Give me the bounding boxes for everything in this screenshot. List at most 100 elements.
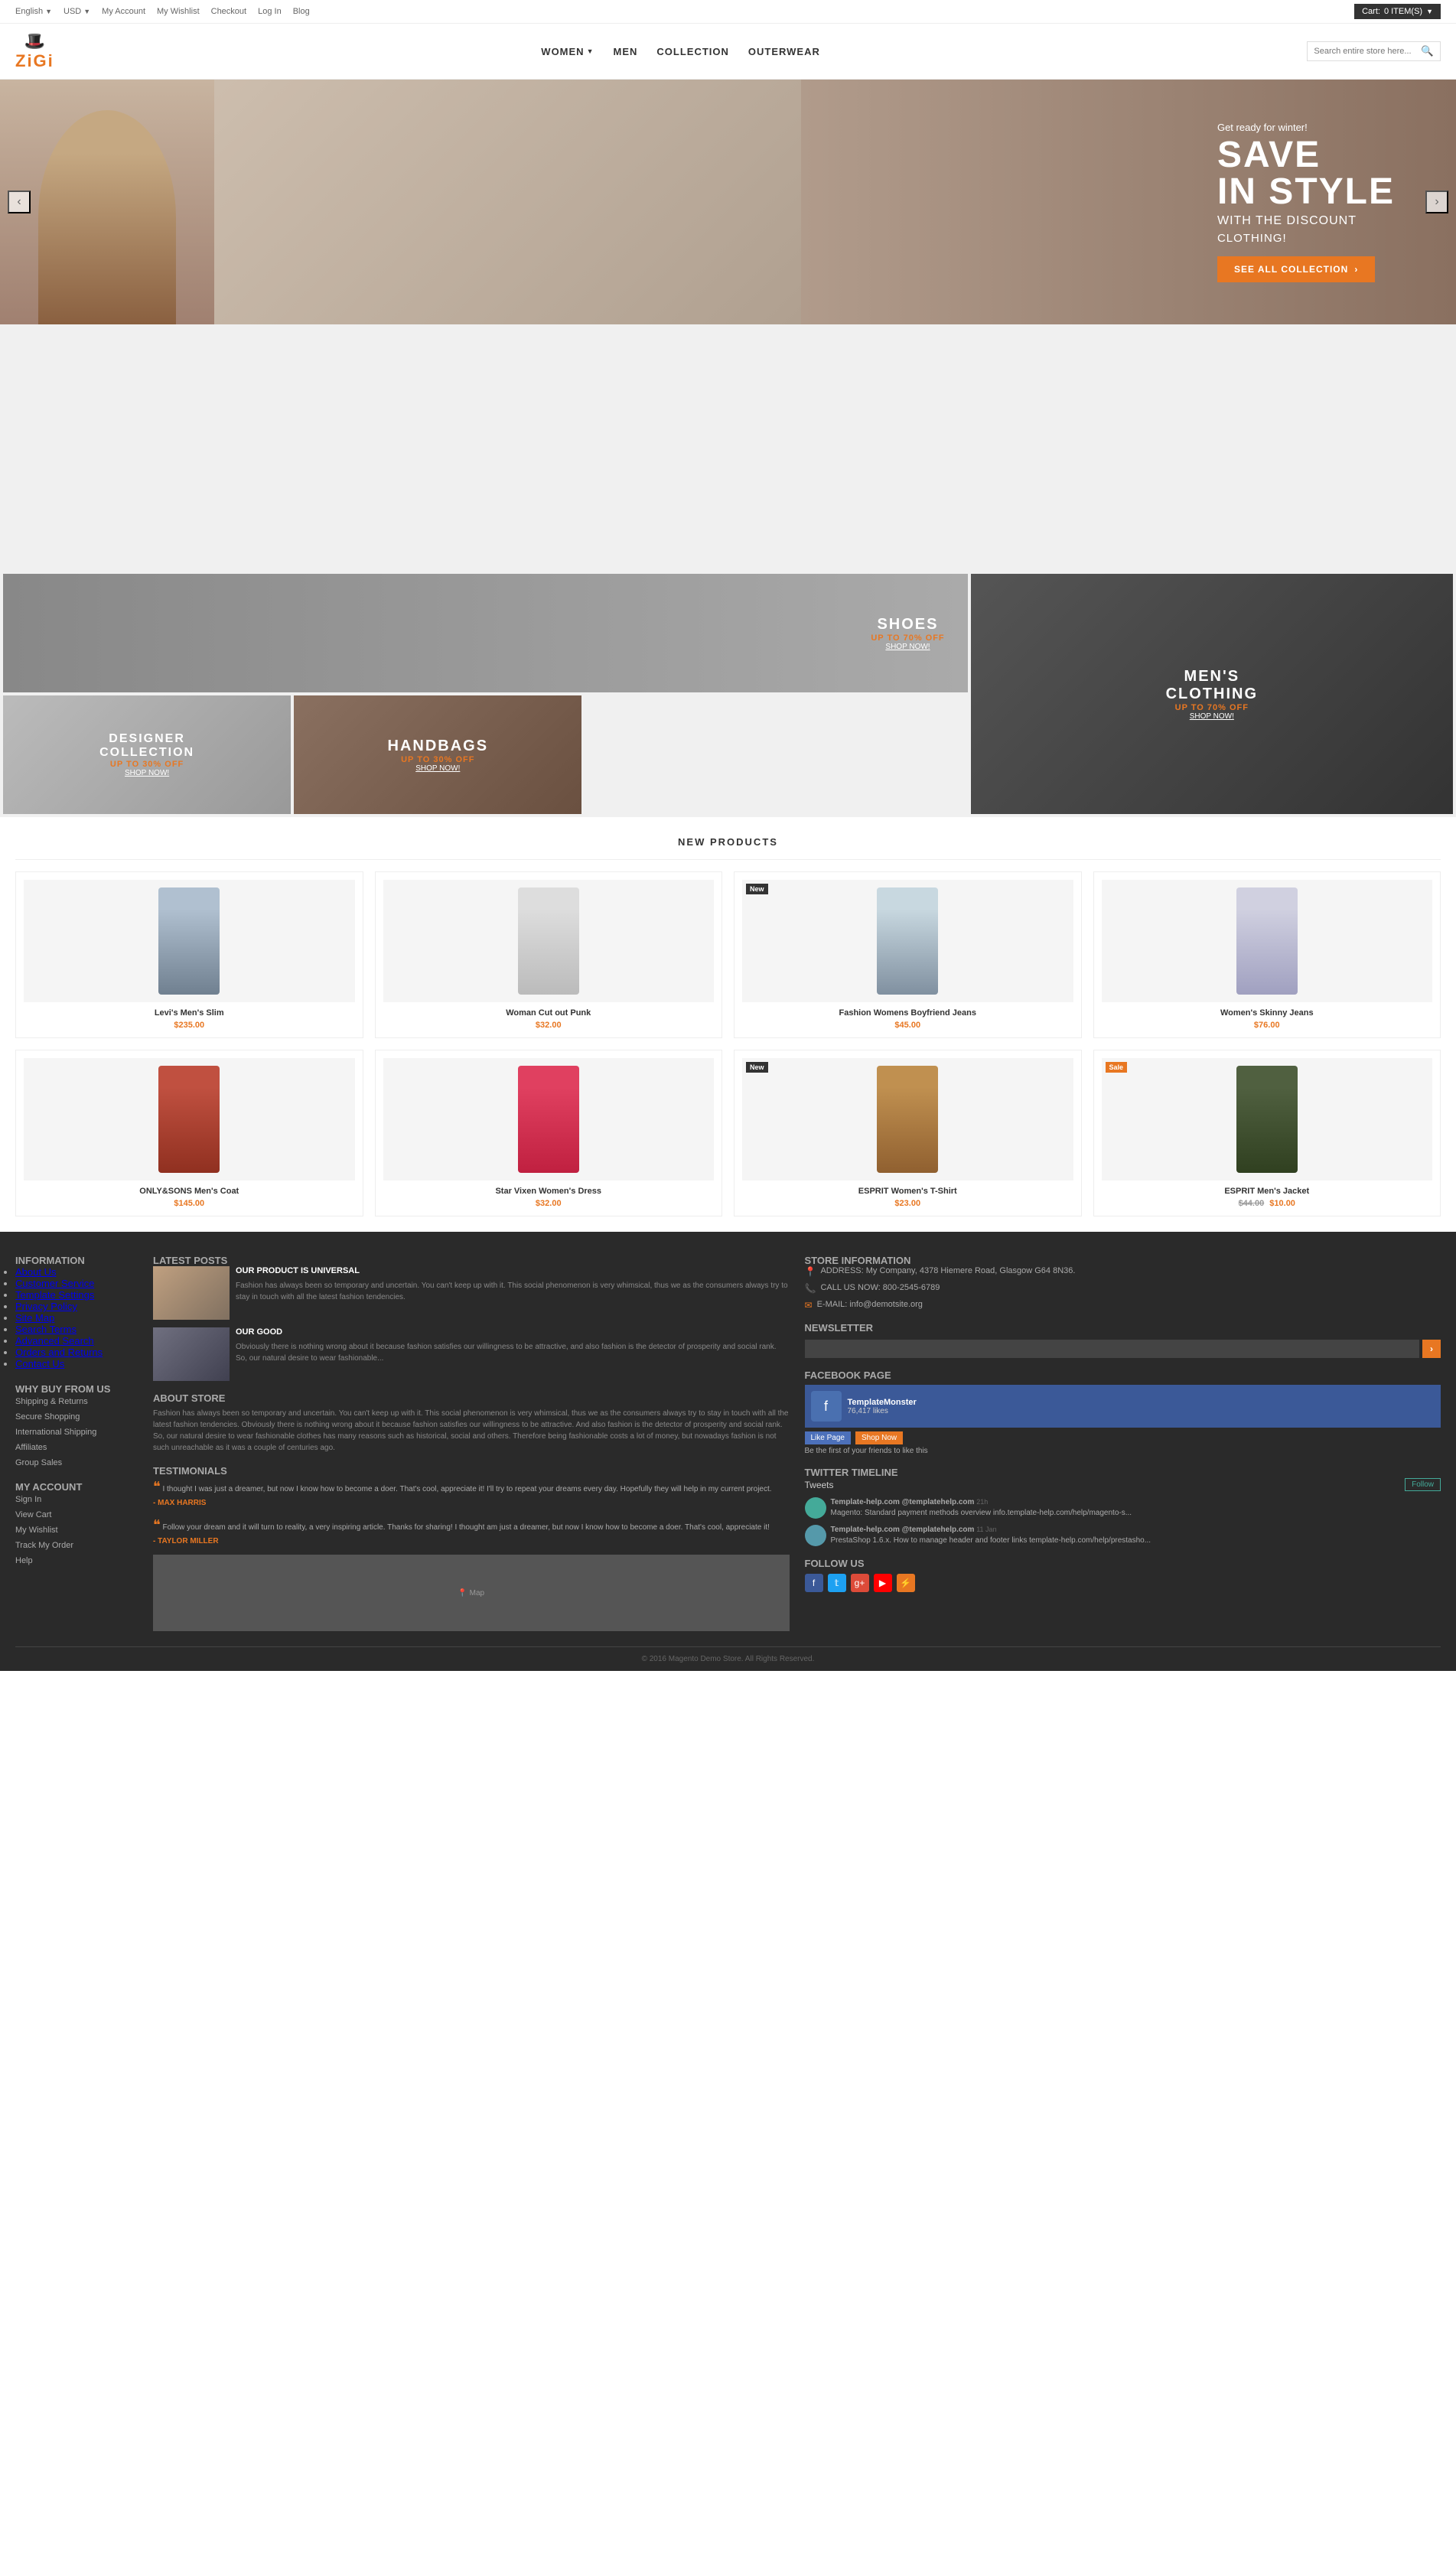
secure-shopping-link[interactable]: Secure Shopping [15, 1412, 80, 1422]
footer-top-grid: INFORMATION About Us Customer Service Te… [15, 1255, 1441, 1631]
promo-designer-link[interactable]: SHOP NOW! [99, 769, 194, 777]
wishlist-link[interactable]: My Wishlist [157, 7, 200, 16]
orders-returns-link[interactable]: Orders and Returns [15, 1347, 103, 1358]
checkout-link[interactable]: Checkout [211, 7, 246, 16]
advanced-search-link[interactable]: Advanced Search [15, 1335, 94, 1347]
nav-collection[interactable]: COLLECTION [656, 46, 729, 57]
testimonial1-text: I thought I was just a dreamer, but now … [162, 1485, 771, 1493]
why-list: Shipping & Returns Secure Shopping Inter… [15, 1395, 138, 1467]
about-us-link[interactable]: About Us [15, 1266, 56, 1278]
youtube-social-icon[interactable]: ▶ [874, 1574, 892, 1592]
product-image[interactable] [1102, 880, 1433, 1002]
search-terms-link[interactable]: Search Terms [15, 1324, 77, 1335]
product-figure [518, 887, 579, 995]
promo-mens-link[interactable]: SHOP NOW! [1166, 712, 1258, 721]
promo-shoes-link[interactable]: SHOP NOW! [871, 643, 944, 651]
hero-background [0, 80, 801, 324]
hero-next-button[interactable]: › [1425, 191, 1448, 213]
tweet2-text: PrestaShop 1.6.x. How to manage header a… [831, 1536, 1151, 1546]
why-title: WHY BUY FROM US [15, 1383, 138, 1395]
product-figure [877, 887, 938, 995]
map: 📍 Map [153, 1555, 790, 1631]
facebook-box: f TemplateMonster 76,417 likes [805, 1385, 1441, 1428]
promo-shoes[interactable]: SHOES UP TO 70% OFF SHOP NOW! [3, 574, 968, 692]
rss-social-icon[interactable]: ⚡ [897, 1574, 915, 1592]
post2-text: Obviously there is nothing wrong about i… [236, 1341, 790, 1364]
account-list: Sign In View Cart My Wishlist Track My O… [15, 1493, 138, 1565]
group-sales-link[interactable]: Group Sales [15, 1458, 62, 1467]
international-shipping-link[interactable]: International Shipping [15, 1428, 96, 1437]
top-bar-right: Cart: 0 ITEM(S) ▼ [1354, 4, 1441, 19]
search-button[interactable]: 🔍 [1421, 45, 1434, 57]
newsletter-input[interactable] [805, 1340, 1420, 1358]
language-selector[interactable]: English ▼ [15, 7, 52, 16]
product-name: Star Vixen Women's Dress [383, 1187, 715, 1196]
product-image[interactable]: New [742, 1058, 1073, 1181]
information-title: INFORMATION [15, 1255, 138, 1266]
nav-outerwear[interactable]: OUTERWEAR [748, 46, 820, 57]
login-link[interactable]: Log In [258, 7, 282, 16]
sign-in-link[interactable]: Sign In [15, 1495, 41, 1504]
fb-shop-button[interactable]: Shop Now [855, 1431, 903, 1444]
fb-info: TemplateMonster 76,417 likes [848, 1398, 917, 1415]
help-link[interactable]: Help [15, 1556, 33, 1565]
tweet-1: Template-help.com @templatehelp.com 21h … [805, 1497, 1441, 1519]
privacy-policy-link[interactable]: Privacy Policy [15, 1301, 77, 1312]
newsletter-submit-button[interactable]: › [1422, 1340, 1441, 1358]
testimonials-section: TESTIMONIALS ❝ I thought I was just a dr… [153, 1465, 790, 1547]
currency-label: USD [64, 7, 81, 16]
search-input[interactable] [1314, 47, 1421, 56]
promo-handbags[interactable]: HANDBAGS UP TO 30% OFF SHOP NOW! [294, 695, 581, 814]
hero-cta-button[interactable]: SEE ALL COLLECTION › [1217, 256, 1375, 282]
product-image[interactable]: New [742, 880, 1073, 1002]
new-products-section: NEW PRODUCTS Levi's Men's Slim $235.00 W… [0, 817, 1456, 1232]
customer-service-link[interactable]: Customer Service [15, 1278, 94, 1289]
twitter-social-icon[interactable]: 𝕥 [828, 1574, 846, 1592]
follow-us-section: FOLLOW US f 𝕥 g+ ▶ ⚡ [805, 1558, 1441, 1592]
testimonial1-author: - MAX HARRIS [153, 1497, 790, 1509]
product-image[interactable] [383, 880, 715, 1002]
hero-tagline: Get ready for winter! [1217, 122, 1395, 133]
my-account-link[interactable]: My Account [102, 7, 145, 16]
fb-like-button[interactable]: Like Page [805, 1431, 851, 1444]
product-image[interactable] [383, 1058, 715, 1181]
address-icon: 📍 [805, 1266, 816, 1277]
googleplus-social-icon[interactable]: g+ [851, 1574, 869, 1592]
promo-handbags-link[interactable]: SHOP NOW! [388, 764, 489, 773]
product-price: $145.00 [24, 1199, 355, 1208]
contact-us-link[interactable]: Contact Us [15, 1358, 64, 1369]
tweet-2: Template-help.com @templatehelp.com 11 J… [805, 1525, 1441, 1546]
promo-designer[interactable]: DESIGNERCOLLECTION UP TO 30% OFF SHOP NO… [3, 695, 291, 814]
phone-icon: 📞 [805, 1283, 816, 1294]
post1-text: Fashion has always been so temporary and… [236, 1280, 790, 1303]
blog-link[interactable]: Blog [293, 7, 310, 16]
product-figure [518, 1066, 579, 1173]
view-cart-link[interactable]: View Cart [15, 1510, 51, 1519]
facebook-social-icon[interactable]: f [805, 1574, 823, 1592]
promo-shoes-title: SHOES [871, 616, 944, 633]
currency-selector[interactable]: USD ▼ [64, 7, 90, 16]
tweet1-content: Template-help.com @templatehelp.com 21h … [831, 1497, 1132, 1519]
product-image[interactable] [24, 880, 355, 1002]
track-order-link[interactable]: Track My Order [15, 1541, 73, 1550]
nav-women[interactable]: WOMEN ▼ [541, 46, 594, 57]
cart-button[interactable]: Cart: 0 ITEM(S) ▼ [1354, 4, 1441, 19]
product-card: New ESPRIT Women's T-Shirt $23.00 [734, 1050, 1082, 1216]
product-image[interactable] [24, 1058, 355, 1181]
footer-right-col: STORE INFORMATION 📍 ADDRESS: My Company,… [805, 1255, 1441, 1631]
shipping-returns-link[interactable]: Shipping & Returns [15, 1397, 88, 1406]
affiliates-link[interactable]: Affiliates [15, 1443, 47, 1452]
hero-prev-button[interactable]: ‹ [8, 191, 31, 213]
my-wishlist-footer-link[interactable]: My Wishlist [15, 1526, 58, 1535]
cart-chevron-icon: ▼ [1426, 8, 1433, 15]
site-map-link[interactable]: Site Map [15, 1312, 54, 1324]
logo[interactable]: 🎩 ZiGi [15, 31, 54, 71]
hero-subtitle: WITH THE DISCOUNT [1217, 214, 1395, 228]
promo-mens[interactable]: MEN'SCLOTHING UP TO 70% OFF SHOP NOW! [971, 574, 1453, 814]
testimonial2-text: Follow your dream and it will turn to re… [162, 1523, 769, 1532]
nav-men[interactable]: MEN [614, 46, 638, 57]
top-bar: English ▼ USD ▼ My Account My Wishlist C… [0, 0, 1456, 24]
template-settings-link[interactable]: Template Settings [15, 1289, 94, 1301]
product-image[interactable]: Sale [1102, 1058, 1433, 1181]
twitter-follow-button[interactable]: Follow [1405, 1478, 1441, 1491]
